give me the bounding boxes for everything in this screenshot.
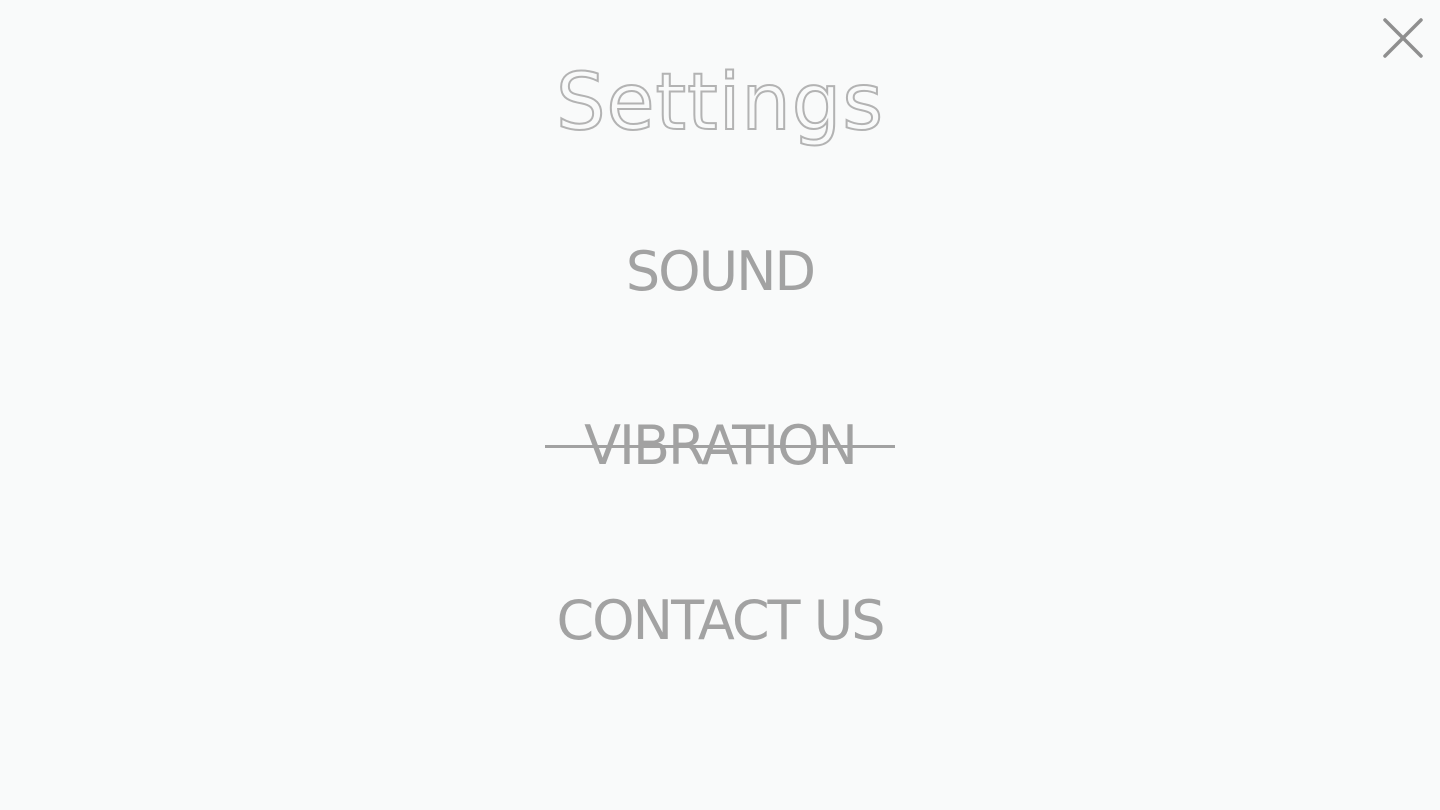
settings-screen: Settings SOUND VIBRATION CONTACT US — [0, 0, 1440, 810]
vibration-toggle[interactable]: VIBRATION — [0, 414, 1440, 478]
contact-us-button[interactable]: CONTACT US — [0, 589, 1440, 653]
page-title: Settings — [555, 57, 884, 149]
sound-toggle[interactable]: SOUND — [0, 240, 1440, 304]
